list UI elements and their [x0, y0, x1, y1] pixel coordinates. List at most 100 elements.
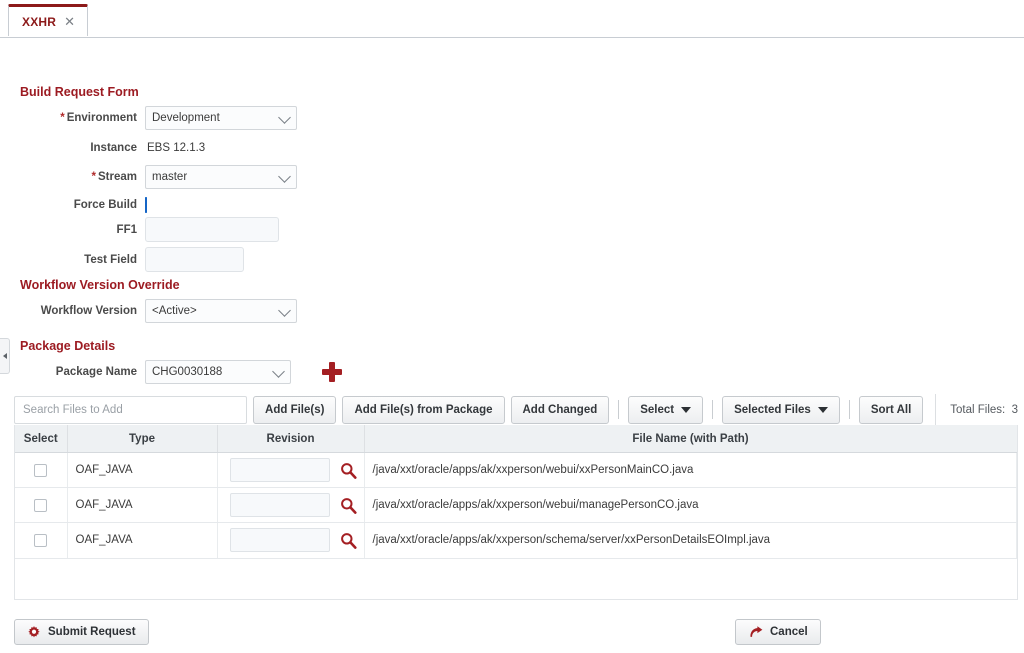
column-header-file-name: File Name (with Path) — [364, 425, 1017, 453]
add-files-from-package-button[interactable]: Add File(s) from Package — [342, 396, 504, 424]
revision-input[interactable] — [230, 458, 330, 482]
table-row[interactable]: OAF_JAVA /java/xxt/oracle/apps/ak/xxpers… — [15, 488, 1017, 523]
instance-value: EBS 12.1.3 — [145, 142, 205, 154]
files-table-body: OAF_JAVA /java/xxt/oracle/apps/ak/xxpers… — [15, 453, 1017, 558]
stream-select[interactable]: master — [145, 165, 297, 189]
table-row[interactable]: OAF_JAVA /java/xxt/oracle/apps/ak/xxpers… — [15, 453, 1017, 488]
total-files-status: Total Files: 3 — [950, 404, 1018, 416]
label-ff1: FF1 — [0, 224, 145, 236]
files-table-wrapper: Select Type Revision File Name (with Pat… — [14, 425, 1018, 600]
add-package-plus-icon[interactable] — [322, 362, 342, 382]
row-type: OAF_JAVA — [67, 453, 217, 488]
form-row-ff1: FF1 — [0, 217, 279, 242]
label-test-field: Test Field — [0, 254, 145, 266]
row-select-cell — [15, 488, 67, 523]
files-table: Select Type Revision File Name (with Pat… — [15, 425, 1017, 558]
undo-arrow-icon — [748, 626, 763, 639]
column-header-select: Select — [15, 425, 67, 453]
row-revision-cell — [217, 488, 364, 523]
tab-xxhr[interactable]: XXHR ✕ — [8, 4, 88, 36]
chevron-down-icon — [681, 407, 691, 413]
force-build-checkbox[interactable] — [145, 197, 147, 213]
column-header-revision: Revision — [217, 425, 364, 453]
row-type: OAF_JAVA — [67, 523, 217, 558]
row-revision-cell — [217, 453, 364, 488]
workflow-version-select[interactable]: <Active> — [145, 299, 297, 323]
label-instance: Instance — [0, 142, 145, 154]
control-package-name: CHG0030188 — [145, 360, 291, 384]
submit-request-button[interactable]: Submit Request — [14, 619, 149, 645]
tab-strip: XXHR ✕ — [0, 0, 1024, 38]
control-environment: Development — [145, 106, 297, 130]
row-revision-cell — [217, 523, 364, 558]
row-select-cell — [15, 523, 67, 558]
ff1-input[interactable] — [145, 217, 279, 242]
selected-files-dropdown-button[interactable]: Selected Files — [722, 396, 840, 424]
row-select-cell — [15, 453, 67, 488]
form-row-package-name: Package Name CHG0030188 — [0, 360, 291, 384]
add-changed-button[interactable]: Add Changed — [511, 396, 610, 424]
search-icon[interactable] — [340, 462, 357, 479]
total-files-value: 3 — [1012, 404, 1018, 416]
form-row-instance: Instance EBS 12.1.3 — [0, 142, 205, 154]
package-name-select[interactable]: CHG0030188 — [145, 360, 291, 384]
close-icon[interactable]: ✕ — [64, 15, 75, 28]
toolbar-separator-2 — [712, 400, 713, 419]
row-checkbox[interactable] — [34, 464, 47, 477]
row-checkbox[interactable] — [34, 499, 47, 512]
gear-icon — [27, 625, 41, 639]
form-row-environment: *Environment Development — [0, 106, 297, 130]
test-field-input[interactable] — [145, 247, 244, 272]
add-files-button[interactable]: Add File(s) — [253, 396, 336, 424]
label-stream: *Stream — [0, 171, 145, 183]
chevron-left-icon — [3, 353, 7, 359]
control-force-build — [145, 198, 147, 212]
toolbar-separator-1 — [618, 400, 619, 419]
row-file-name: /java/xxt/oracle/apps/ak/xxperson/webui/… — [364, 488, 1017, 523]
label-package-name: Package Name — [0, 366, 145, 378]
row-file-name: /java/xxt/oracle/apps/ak/xxperson/webui/… — [364, 453, 1017, 488]
control-test-field — [145, 247, 244, 272]
required-asterisk-stream: * — [92, 171, 96, 183]
row-file-name: /java/xxt/oracle/apps/ak/xxperson/schema… — [364, 523, 1017, 558]
total-files-label: Total Files: — [950, 404, 1005, 416]
tab-label: XXHR — [22, 15, 56, 29]
environment-select[interactable]: Development — [145, 106, 297, 130]
cancel-label: Cancel — [770, 626, 808, 638]
toolbar-divider — [935, 394, 936, 425]
label-force-build: Force Build — [0, 199, 145, 211]
sort-all-button[interactable]: Sort All — [859, 396, 923, 424]
revision-input[interactable] — [230, 493, 330, 517]
form-row-workflow-version: Workflow Version <Active> — [0, 299, 297, 323]
cancel-button[interactable]: Cancel — [735, 619, 821, 645]
table-row[interactable]: OAF_JAVA /java/xxt/oracle/apps/ak/xxpers… — [15, 523, 1017, 558]
control-workflow-version: <Active> — [145, 299, 297, 323]
form-row-force-build: Force Build — [0, 198, 147, 212]
search-icon[interactable] — [340, 532, 357, 549]
submit-request-label: Submit Request — [48, 626, 136, 638]
table-empty-space — [15, 558, 1017, 599]
search-icon[interactable] — [340, 497, 357, 514]
selected-files-dropdown-label: Selected Files — [734, 404, 811, 416]
label-environment: *Environment — [0, 112, 145, 124]
select-dropdown-button[interactable]: Select — [628, 396, 703, 424]
toolbar-separator-3 — [849, 400, 850, 419]
required-asterisk-environment: * — [60, 112, 64, 124]
form-row-stream: *Stream master — [0, 165, 297, 189]
section-title-package-details: Package Details — [20, 339, 115, 353]
column-header-type: Type — [67, 425, 217, 453]
control-ff1 — [145, 217, 279, 242]
row-checkbox[interactable] — [34, 534, 47, 547]
table-header-row: Select Type Revision File Name (with Pat… — [15, 425, 1017, 453]
revision-input[interactable] — [230, 528, 330, 552]
row-type: OAF_JAVA — [67, 488, 217, 523]
section-title-build-request: Build Request Form — [20, 85, 139, 99]
section-title-workflow-override: Workflow Version Override — [20, 278, 180, 292]
chevron-down-icon — [818, 407, 828, 413]
label-workflow-version: Workflow Version — [0, 305, 145, 317]
files-toolbar: Add File(s) Add File(s) from Package Add… — [14, 394, 1018, 425]
select-dropdown-label: Select — [640, 404, 674, 416]
search-files-input[interactable] — [14, 396, 247, 424]
control-stream: master — [145, 165, 297, 189]
form-row-test-field: Test Field — [0, 247, 244, 272]
